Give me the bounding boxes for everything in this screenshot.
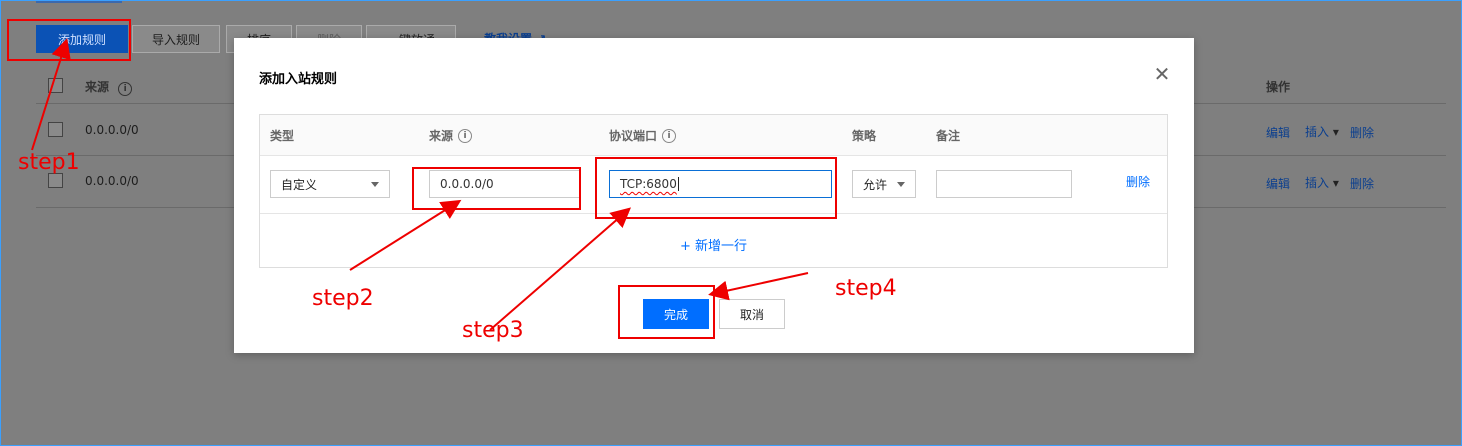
port-input-value: TCP:6800 — [620, 177, 677, 191]
row-delete-link[interactable]: 删除 — [1350, 175, 1374, 192]
row-checkbox[interactable] — [48, 173, 63, 188]
row-edit-link[interactable]: 编辑 — [1266, 124, 1290, 141]
add-row-link[interactable]: + 新增一行 — [260, 235, 1167, 254]
info-icon: i — [118, 82, 133, 96]
chevron-down-icon — [897, 182, 905, 187]
select-all-checkbox[interactable] — [48, 78, 63, 93]
row-insert-dropdown[interactable]: 插入 ▾ — [1305, 174, 1339, 191]
add-inbound-rule-dialog: 添加入站规则 ✕ 类型 来源 i 协议端口 i 策略 备注 自定义 0.0.0.0/… — [234, 38, 1194, 353]
info-icon[interactable]: i — [458, 128, 473, 143]
row-delete-link[interactable]: 删除 — [1350, 124, 1374, 141]
cancel-button[interactable]: 取消 — [719, 299, 785, 329]
row-insert-label: 插入 — [1305, 176, 1330, 190]
step3-label: step3 — [462, 318, 524, 343]
row-source: 0.0.0.0/0 — [85, 174, 139, 188]
type-select-value: 自定义 — [281, 177, 318, 192]
row-insert-label: 插入 — [1305, 125, 1330, 139]
step2-label: step2 — [312, 286, 374, 311]
port-input[interactable]: TCP:6800 — [609, 170, 832, 198]
source-column-label: 来源 — [85, 80, 110, 94]
note-input[interactable] — [936, 170, 1072, 198]
source-column-header: 来源 i — [85, 78, 133, 96]
row-insert-dropdown[interactable]: 插入 ▾ — [1305, 123, 1339, 140]
note-column-header: 备注 — [936, 129, 961, 143]
chevron-down-icon — [371, 182, 379, 187]
policy-select-value: 允许 — [863, 177, 888, 192]
row-checkbox[interactable] — [48, 122, 63, 137]
step4-label: step4 — [835, 276, 897, 301]
port-column-label: 协议端口 — [609, 129, 658, 143]
table-header: 类型 来源 i 协议端口 i 策略 备注 — [260, 115, 1167, 156]
active-tab-indicator — [36, 0, 122, 3]
import-rule-button[interactable]: 导入规则 — [132, 25, 220, 53]
source-column-header: 来源 i — [429, 127, 473, 144]
source-column-label: 来源 — [429, 129, 454, 143]
dialog-title: 添加入站规则 — [259, 72, 338, 87]
text-cursor — [677, 177, 679, 191]
close-icon[interactable]: ✕ — [1152, 64, 1172, 84]
info-icon[interactable]: i — [662, 128, 677, 143]
rule-table: 类型 来源 i 协议端口 i 策略 备注 自定义 0.0.0.0/0 TCP:680… — [259, 114, 1168, 268]
port-column-header: 协议端口 i — [609, 127, 677, 144]
row-edit-link[interactable]: 编辑 — [1266, 175, 1290, 192]
caret-down-icon: ▾ — [1332, 125, 1339, 139]
row-source: 0.0.0.0/0 — [85, 123, 139, 137]
policy-select[interactable]: 允许 — [852, 170, 916, 198]
confirm-button[interactable]: 完成 — [643, 299, 709, 329]
add-rule-button[interactable]: 添加规则 — [36, 25, 128, 53]
table-row: 自定义 0.0.0.0/0 TCP:6800 允许 删除 — [260, 155, 1167, 214]
caret-down-icon: ▾ — [1332, 176, 1339, 190]
step1-label: step1 — [18, 150, 80, 175]
row-delete-link[interactable]: 删除 — [1126, 173, 1150, 190]
type-column-header: 类型 — [270, 129, 295, 143]
policy-column-header: 策略 — [852, 129, 877, 143]
actions-column-header: 操作 — [1266, 80, 1291, 94]
type-select[interactable]: 自定义 — [270, 170, 390, 198]
source-input[interactable]: 0.0.0.0/0 — [429, 170, 581, 198]
